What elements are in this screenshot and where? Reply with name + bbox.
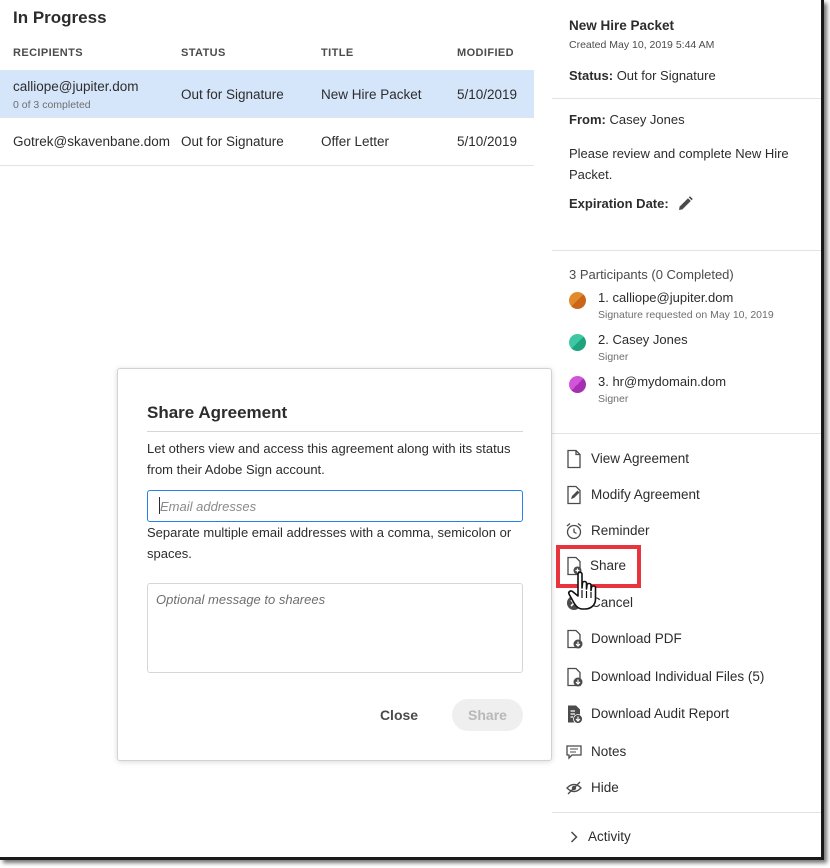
status-value: Out for Signature	[616, 68, 716, 83]
agreement-from: From: Casey Jones	[569, 112, 685, 127]
column-header-status[interactable]: STATUS	[181, 47, 226, 59]
participant-status: Signature requested on May 10, 2019	[598, 309, 774, 321]
action-label: Notes	[591, 744, 627, 759]
alarm-clock-icon	[566, 523, 582, 540]
agreement-status: Status: Out for Signature	[569, 68, 716, 83]
email-addresses-input[interactable]	[147, 490, 523, 522]
participants-heading: 3 Participants (0 Completed)	[569, 267, 734, 282]
activity-label: Activity	[588, 829, 631, 844]
participant-role: Signer	[598, 393, 629, 405]
column-header-title[interactable]: TITLE	[321, 47, 354, 59]
avatar	[569, 292, 586, 309]
expiration-date-label: Expiration Date:	[569, 196, 669, 211]
from-label: From:	[569, 112, 606, 127]
text-caret	[159, 497, 160, 514]
action-label: Reminder	[591, 523, 650, 538]
participant-item: 3. hr@mydomain.dom Signer	[569, 374, 819, 414]
table-row[interactable]: calliope@jupiter.dom 0 of 3 completed Ou…	[0, 70, 534, 118]
action-label: Download Audit Report	[591, 706, 730, 721]
speech-bubble-icon	[566, 745, 582, 760]
from-value: Casey Jones	[609, 112, 685, 127]
participant-item: 1. calliope@jupiter.dom Signature reques…	[569, 290, 819, 330]
divider	[552, 433, 821, 434]
status-label: Status:	[569, 68, 614, 83]
participant-role: Signer	[598, 351, 629, 363]
avatar	[569, 376, 586, 393]
action-download-individual-files[interactable]: Download Individual Files (5)	[565, 665, 815, 691]
report-download-icon	[568, 705, 583, 724]
avatar	[569, 334, 586, 351]
divider	[552, 250, 821, 251]
dialog-title: Share Agreement	[147, 403, 288, 422]
action-label: Modify Agreement	[591, 487, 700, 502]
document-icon	[567, 449, 581, 469]
participant-name: 1. calliope@jupiter.dom	[598, 290, 734, 305]
email-help-text: Separate multiple email addresses with a…	[147, 525, 512, 561]
participant-name: 3. hr@mydomain.dom	[598, 374, 727, 389]
divider	[552, 98, 821, 99]
participant-item: 2. Casey Jones Signer	[569, 332, 819, 372]
message-textarea[interactable]	[147, 583, 523, 673]
dialog-description: Let others view and access this agreemen…	[147, 441, 511, 477]
action-reminder[interactable]: Reminder	[565, 519, 815, 545]
row-progress: 0 of 3 completed	[13, 99, 91, 111]
action-label: View Agreement	[591, 451, 690, 466]
action-label: Hide	[591, 780, 619, 795]
action-modify-agreement[interactable]: Modify Agreement	[565, 483, 815, 509]
agreement-message: Please review and complete New Hire Pack…	[569, 146, 789, 182]
action-view-agreement[interactable]: View Agreement	[565, 447, 815, 473]
agreement-created: Created May 10, 2019 5:44 AM	[569, 39, 715, 51]
row-modified: 5/10/2019	[457, 134, 518, 149]
row-title: New Hire Packet	[321, 87, 422, 102]
document-download-icon	[567, 629, 583, 649]
dialog-divider	[147, 431, 523, 432]
share-button[interactable]: Share	[452, 699, 523, 731]
eye-hidden-icon	[566, 781, 582, 795]
pencil-icon[interactable]	[676, 195, 694, 213]
action-download-pdf[interactable]: Download PDF	[565, 627, 815, 653]
agreement-title: New Hire Packet	[569, 18, 675, 33]
action-label: Download Individual Files (5)	[591, 669, 765, 684]
action-notes[interactable]: Notes	[565, 740, 815, 766]
hand-cursor-icon	[567, 571, 597, 610]
row-recipient: Gotrek@skavenbane.dom	[13, 134, 171, 149]
document-download-icon	[567, 667, 583, 687]
document-edit-icon	[567, 485, 581, 505]
details-panel: New Hire Packet Created May 10, 2019 5:4…	[552, 0, 821, 857]
chevron-right-icon	[570, 831, 578, 843]
share-agreement-dialog: Share Agreement Let others view and acce…	[117, 368, 552, 761]
column-header-recipients[interactable]: RECIPIENTS	[13, 47, 83, 59]
table-row[interactable]: Gotrek@skavenbane.dom Out for Signature …	[0, 118, 534, 166]
divider	[552, 812, 821, 813]
participant-name: 2. Casey Jones	[598, 332, 688, 347]
section-title: In Progress	[13, 8, 107, 27]
action-hide[interactable]: Hide	[565, 776, 815, 802]
close-button[interactable]: Close	[366, 699, 432, 731]
column-header-modified[interactable]: MODIFIED	[457, 47, 514, 59]
row-modified: 5/10/2019	[457, 87, 518, 102]
row-status: Out for Signature	[181, 87, 284, 102]
row-status: Out for Signature	[181, 134, 284, 149]
action-label: Download PDF	[591, 631, 682, 646]
action-download-audit-report[interactable]: Download Audit Report	[565, 702, 815, 728]
row-recipient: calliope@jupiter.dom	[13, 79, 139, 94]
list-header: RECIPIENTS STATUS TITLE MODIFIED	[0, 44, 534, 70]
row-title: Offer Letter	[321, 134, 390, 149]
app-window: In Progress RECIPIENTS STATUS TITLE MODI…	[0, 0, 824, 860]
